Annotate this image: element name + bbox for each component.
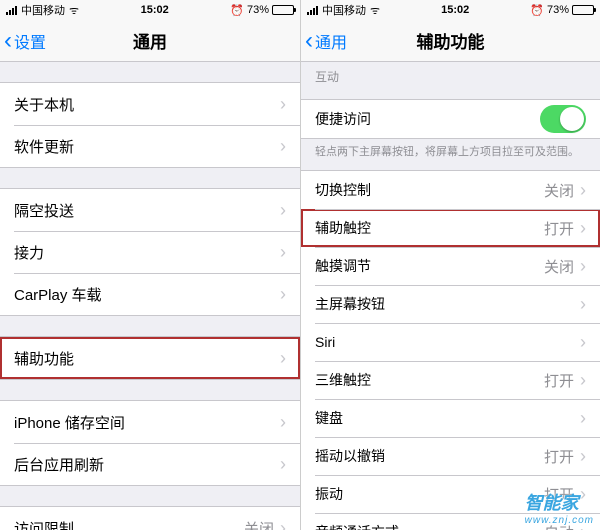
chevron-right-icon: › <box>580 484 586 505</box>
chevron-right-icon: › <box>580 218 586 239</box>
section-header-interaction: 互动 <box>301 62 600 89</box>
content-scroll[interactable]: 互动 便捷访问 轻点两下主屏幕按钮，将屏幕上方项目拉至可及范围。 切换控制关闭›… <box>301 62 600 530</box>
row-keyboard[interactable]: 键盘› <box>301 399 600 437</box>
row-handoff[interactable]: 接力› <box>0 231 300 273</box>
row-software-update[interactable]: 软件更新› <box>0 125 300 167</box>
battery-pct: 73% <box>247 4 269 16</box>
chevron-right-icon: › <box>580 446 586 467</box>
chevron-right-icon: › <box>280 136 286 157</box>
wifi-icon: ᯤ <box>370 3 380 18</box>
row-switch-control[interactable]: 切换控制关闭› <box>301 171 600 209</box>
signal-icon <box>307 6 318 15</box>
chevron-right-icon: › <box>580 256 586 277</box>
row-3d-touch[interactable]: 三维触控打开› <box>301 361 600 399</box>
nav-bar: ‹ 设置 通用 <box>0 20 300 62</box>
chevron-right-icon: › <box>580 180 586 201</box>
chevron-right-icon: › <box>280 242 286 263</box>
chevron-right-icon: › <box>580 408 586 429</box>
row-background-refresh[interactable]: 后台应用刷新› <box>0 443 300 485</box>
chevron-right-icon: › <box>580 370 586 391</box>
row-iphone-storage[interactable]: iPhone 储存空间› <box>0 401 300 443</box>
status-time: 15:02 <box>79 4 230 16</box>
chevron-right-icon: › <box>280 454 286 475</box>
chevron-right-icon: › <box>280 348 286 369</box>
nav-bar: ‹ 通用 辅助功能 <box>301 20 600 62</box>
back-button[interactable]: ‹ 设置 <box>0 29 46 53</box>
screen-accessibility: 中国移动 ᯤ 15:02 ⏰ 73% ‹ 通用 辅助功能 互动 便捷访问 <box>300 0 600 530</box>
battery-icon <box>272 5 294 15</box>
chevron-right-icon: › <box>280 518 286 530</box>
row-accessibility[interactable]: 辅助功能› <box>0 337 300 379</box>
row-home-button[interactable]: 主屏幕按钮› <box>301 285 600 323</box>
row-carplay[interactable]: CarPlay 车载› <box>0 273 300 315</box>
chevron-right-icon: › <box>580 294 586 315</box>
chevron-right-icon: › <box>580 332 586 353</box>
row-airdrop[interactable]: 隔空投送› <box>0 189 300 231</box>
status-bar: 中国移动 ᯤ 15:02 ⏰ 73% <box>301 0 600 20</box>
row-shake-undo[interactable]: 摇动以撤销打开› <box>301 437 600 475</box>
chevron-left-icon: ‹ <box>305 29 313 53</box>
row-call-audio-routing[interactable]: 音频通话方式自动› <box>301 513 600 530</box>
row-about[interactable]: 关于本机› <box>0 83 300 125</box>
row-vibration[interactable]: 振动打开› <box>301 475 600 513</box>
chevron-right-icon: › <box>280 94 286 115</box>
chevron-right-icon: › <box>580 522 586 530</box>
content-scroll[interactable]: 关于本机› 软件更新› 隔空投送› 接力› CarPlay 车载› 辅助功能› … <box>0 62 300 530</box>
back-label: 设置 <box>14 29 46 53</box>
row-touch-accommodations[interactable]: 触摸调节关闭› <box>301 247 600 285</box>
screen-general: 中国移动 ᯤ 15:02 ⏰ 73% ‹ 设置 通用 关于本机› 软件更新› <box>0 0 300 530</box>
wifi-icon: ᯤ <box>69 3 79 18</box>
chevron-right-icon: › <box>280 200 286 221</box>
row-reachability[interactable]: 便捷访问 <box>301 100 600 138</box>
chevron-right-icon: › <box>280 284 286 305</box>
battery-icon <box>572 5 594 15</box>
row-restrictions[interactable]: 访问限制关闭› <box>0 507 300 530</box>
reachability-footer: 轻点两下主屏幕按钮，将屏幕上方项目拉至可及范围。 <box>301 139 600 160</box>
row-assistive-touch[interactable]: 辅助触控打开› <box>301 209 600 247</box>
back-label: 通用 <box>315 29 347 53</box>
alarm-icon: ⏰ <box>530 4 544 17</box>
status-bar: 中国移动 ᯤ 15:02 ⏰ 73% <box>0 0 300 20</box>
back-button[interactable]: ‹ 通用 <box>301 29 347 53</box>
carrier-label: 中国移动 <box>21 2 65 18</box>
chevron-left-icon: ‹ <box>4 29 12 53</box>
carrier-label: 中国移动 <box>322 2 366 18</box>
chevron-right-icon: › <box>280 412 286 433</box>
battery-pct: 73% <box>547 4 569 16</box>
signal-icon <box>6 6 17 15</box>
alarm-icon: ⏰ <box>230 4 244 17</box>
status-time: 15:02 <box>380 4 530 16</box>
toggle-reachability[interactable] <box>540 105 586 133</box>
row-siri[interactable]: Siri› <box>301 323 600 361</box>
